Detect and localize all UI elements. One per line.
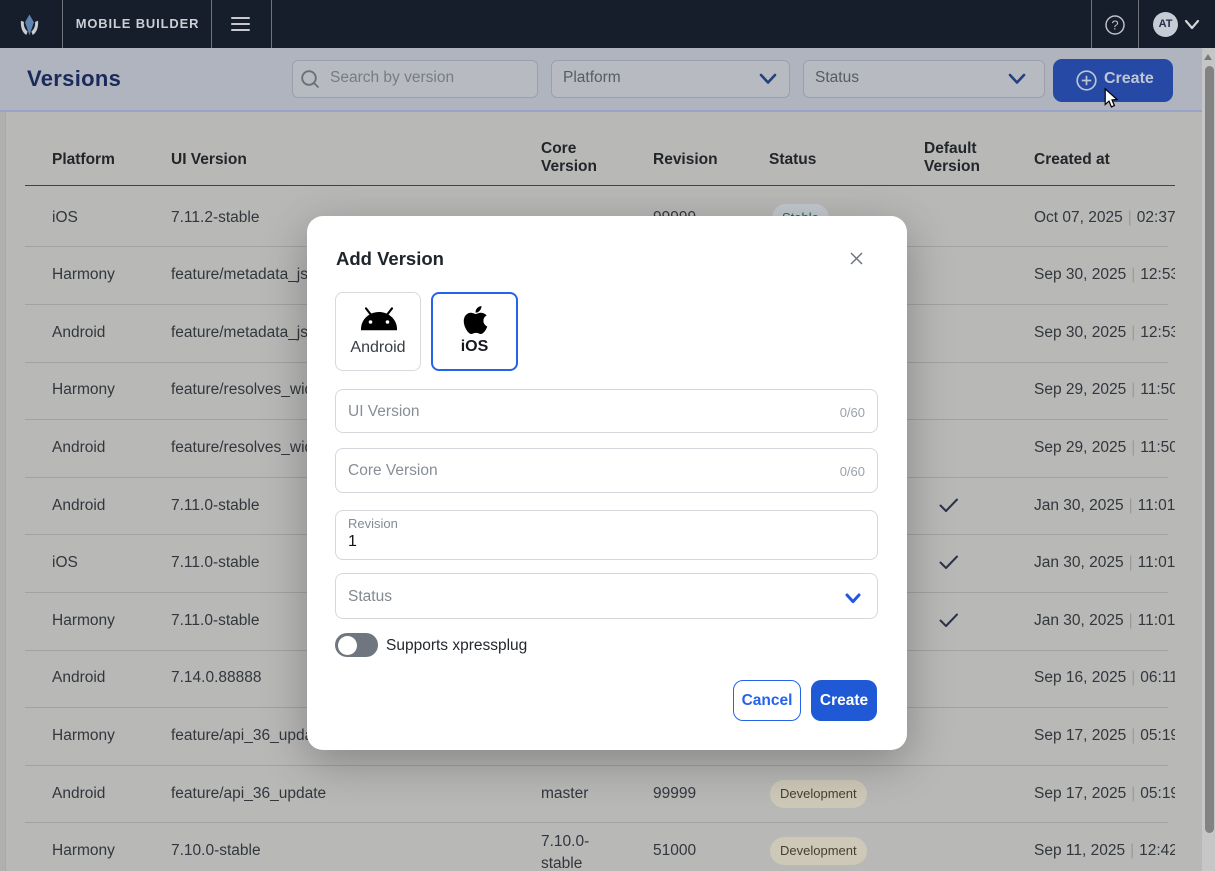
svg-text:?: ?	[1111, 18, 1118, 33]
